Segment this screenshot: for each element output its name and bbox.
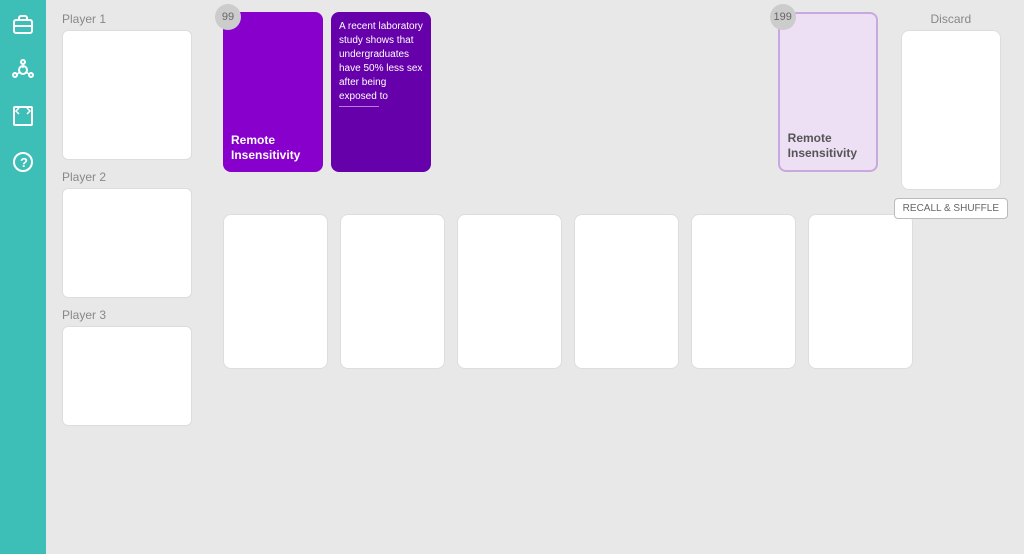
discard-label: Discard (930, 12, 971, 26)
purple-back-card[interactable]: Remote Insensitivity (223, 12, 323, 172)
purple-back-title: Remote Insensitivity (231, 133, 315, 164)
player-2-section: Player 2 (62, 170, 207, 298)
main-area: Player 1 Player 2 Player 3 99 Remote Ins… (46, 0, 1024, 554)
hand-card-3[interactable] (457, 214, 562, 369)
svg-text:?: ? (20, 155, 28, 170)
player-2-card-area (62, 188, 192, 298)
right-deck-wrapper: 199 Remote Insensitivity (778, 12, 878, 172)
player-3-section: Player 3 (62, 308, 207, 426)
recall-shuffle-button[interactable]: RECALL & SHUFFLE (894, 198, 1008, 219)
discard-column: Discard RECALL & SHUFFLE (894, 12, 1008, 219)
player-1-card-area (62, 30, 192, 160)
play-area: 99 Remote Insensitivity A recent laborat… (223, 12, 1008, 542)
player-1-label: Player 1 (62, 12, 207, 26)
lavender-card-title: Remote Insensitivity (788, 131, 868, 162)
players-panel: Player 1 Player 2 Player 3 (62, 12, 207, 542)
expand-icon[interactable] (9, 102, 37, 130)
hand-card-5[interactable] (691, 214, 796, 369)
hand-cards-row (223, 214, 1008, 369)
black-deck-wrapper: 99 Remote Insensitivity (223, 12, 323, 172)
lavender-top-card[interactable]: Remote Insensitivity (778, 12, 878, 172)
hand-card-2[interactable] (340, 214, 445, 369)
hand-card-4[interactable] (574, 214, 679, 369)
player-2-label: Player 2 (62, 170, 207, 184)
black-question-card[interactable]: A recent laboratory study shows that und… (331, 12, 431, 172)
black-card-blank (339, 106, 379, 107)
player-3-label: Player 3 (62, 308, 207, 322)
player-3-card-area (62, 326, 192, 426)
right-deck-count: 199 (770, 4, 796, 30)
hand-card-6[interactable] (808, 214, 913, 369)
help-icon[interactable]: ? (9, 148, 37, 176)
briefcase-icon[interactable] (9, 10, 37, 38)
black-card-question-text: A recent laboratory study shows that und… (339, 21, 423, 102)
black-deck-count: 99 (215, 4, 241, 30)
player-1-section: Player 1 (62, 12, 207, 160)
share-icon[interactable] (9, 56, 37, 84)
sidebar: ? (0, 0, 46, 554)
discard-card (901, 30, 1001, 190)
hand-card-1[interactable] (223, 214, 328, 369)
top-row: 99 Remote Insensitivity A recent laborat… (223, 12, 1008, 202)
